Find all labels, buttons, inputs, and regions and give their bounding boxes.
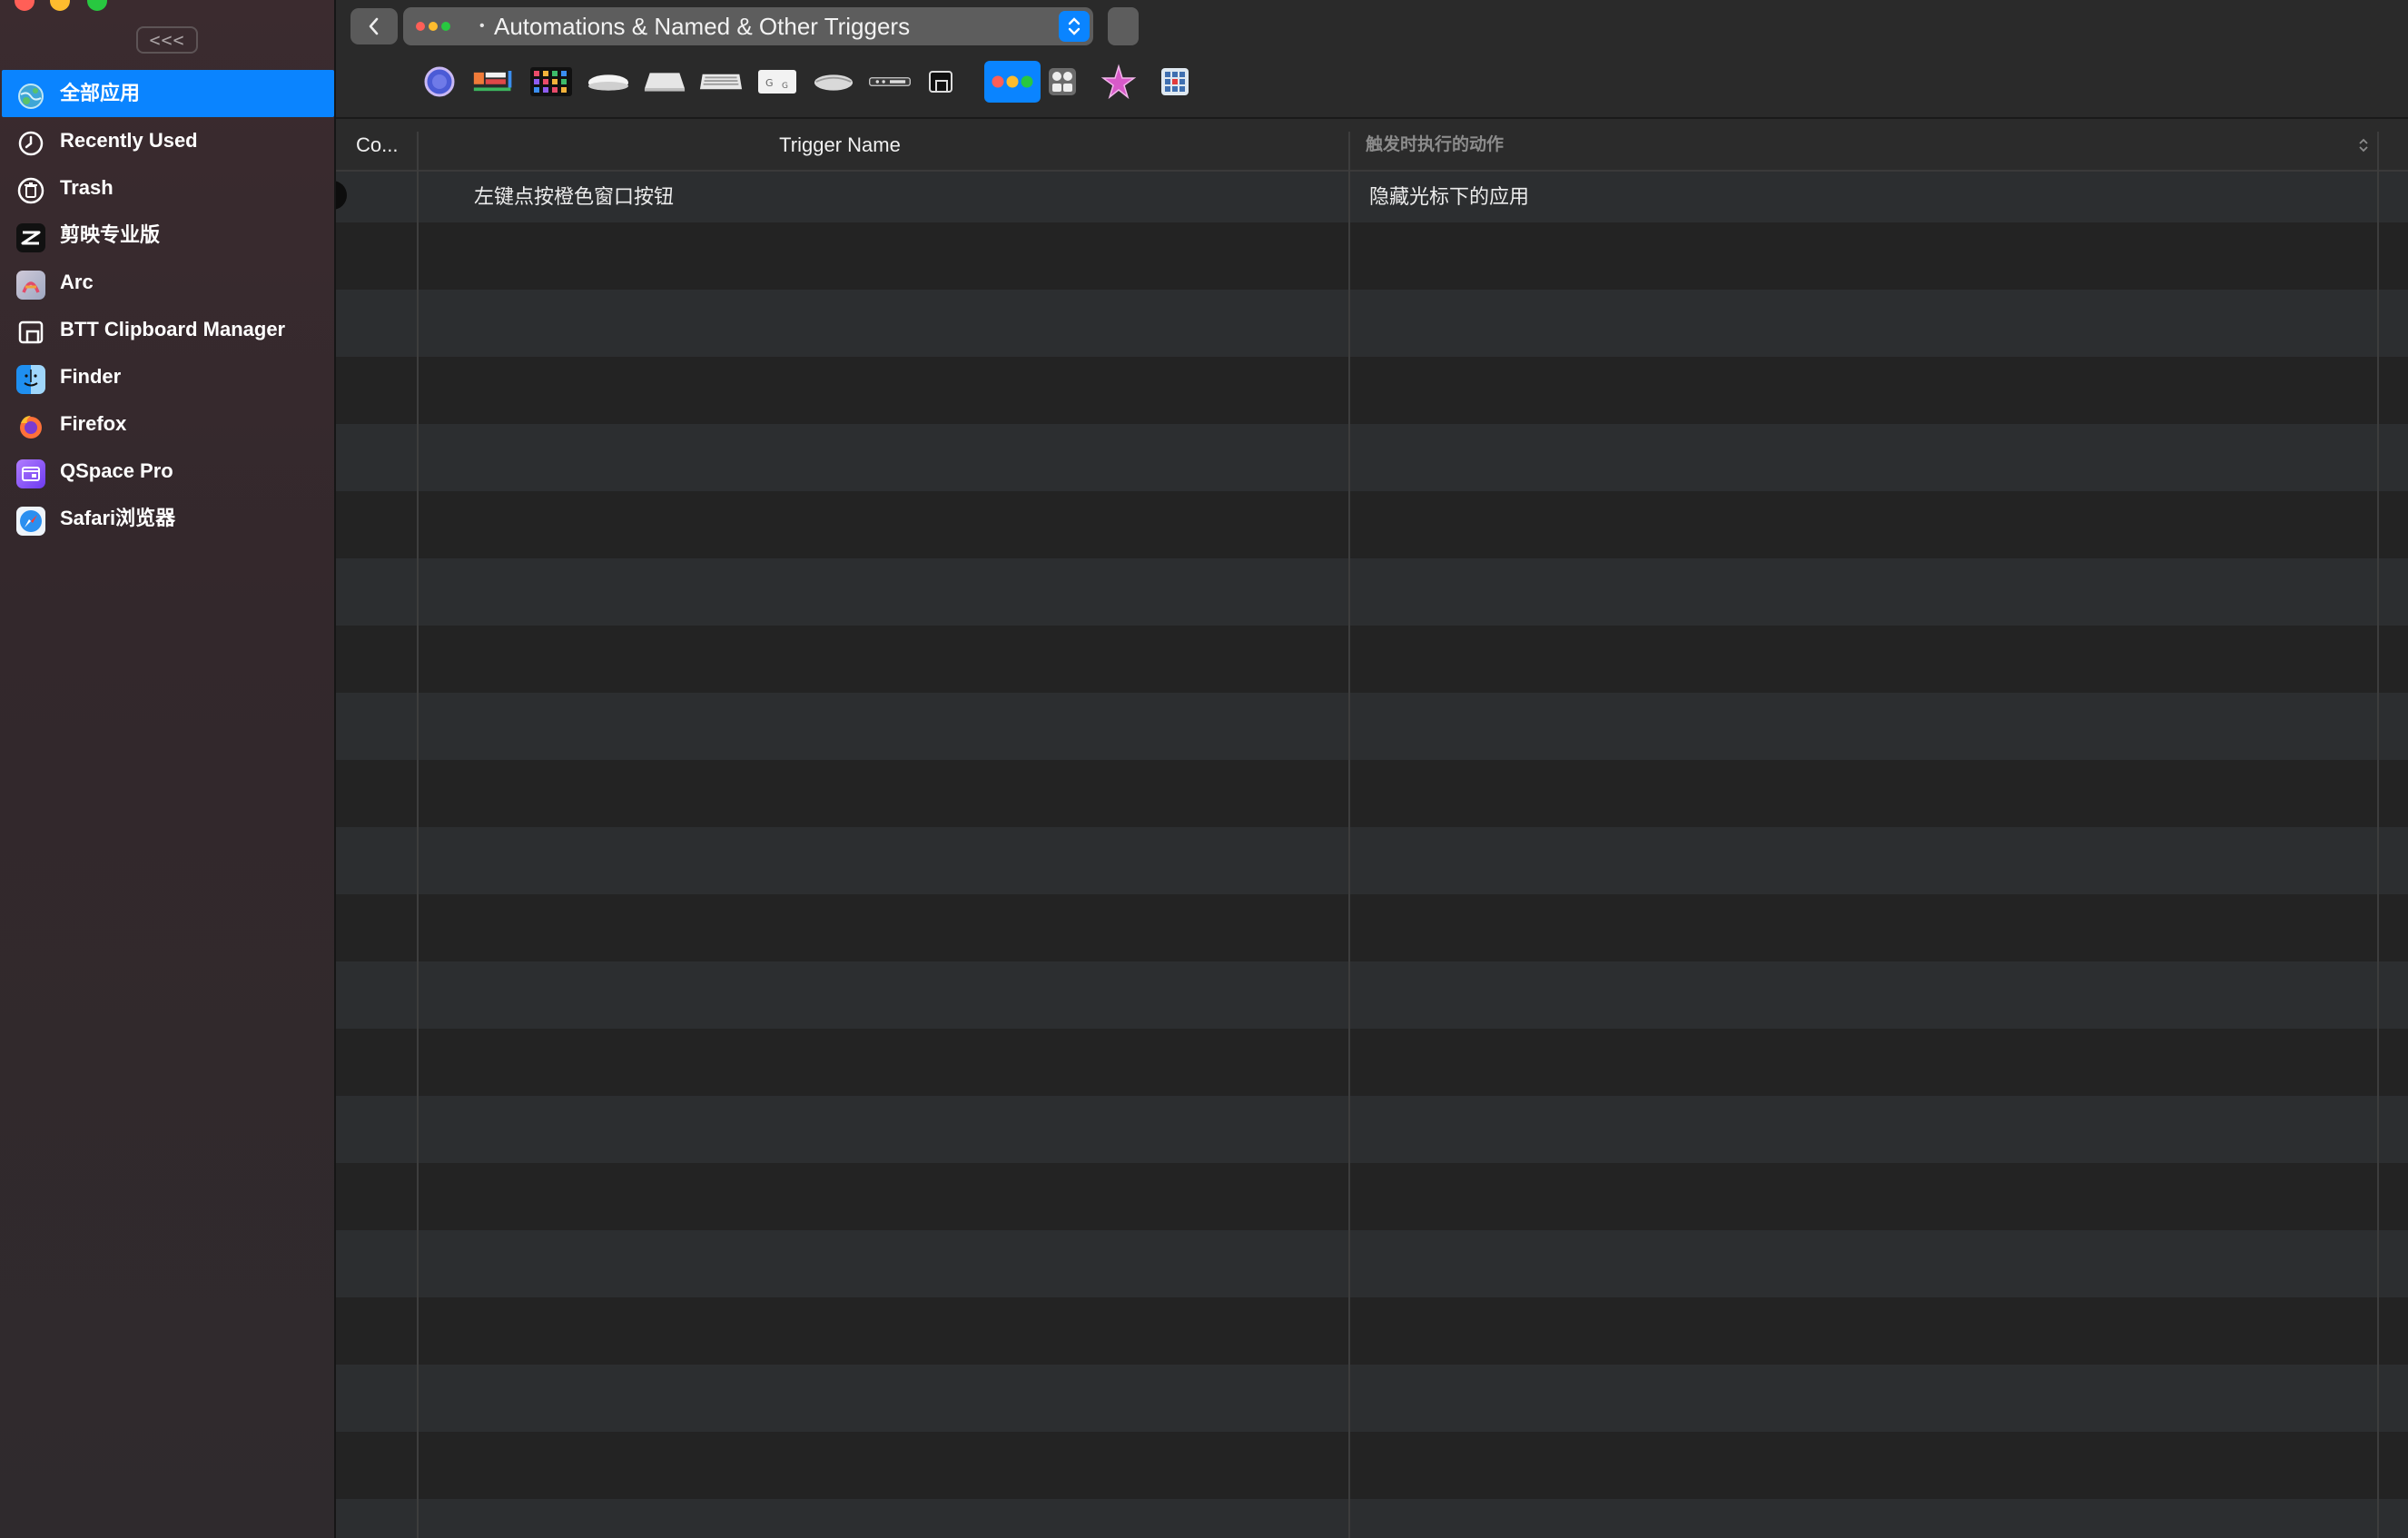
sort-updown-icon[interactable] [2357,136,2370,159]
chevron-updown-icon[interactable] [1059,11,1090,42]
column-header-action[interactable]: 触发时执行的动作 [1366,119,1504,172]
sidebar-item-recently-used[interactable]: Recently Used [2,117,334,164]
sidebar-item-label: 剪映专业版 [60,223,161,246]
table-row [336,1297,2408,1365]
globe-apps-icon [16,82,45,111]
siri-remote-icon[interactable] [868,62,912,102]
sidebar-item-label: Arc [60,271,94,293]
trigger-name-cell: 左键点按橙色窗口按钮 [474,185,675,208]
notch-icon[interactable] [919,62,962,102]
sidebar-item-trash[interactable]: Trash [2,164,334,212]
sidebar-item-btt-clipboard[interactable]: BTT Clipboard Manager [2,306,334,353]
window-minimize-button[interactable] [50,0,70,11]
trigger-type-label: Automations & Named & Other Triggers [494,13,911,40]
firefox-icon [16,412,45,441]
table-row [336,760,2408,827]
table-row [336,424,2408,491]
touchbar-grid-icon[interactable] [1153,62,1197,102]
separator-bullet: • [479,18,485,34]
triggers-table: Co... Trigger Name 触发时执行的动作 左键点按橙色窗口按钮 隐… [336,119,2408,1538]
svg-text:G: G [765,77,774,89]
column-divider[interactable] [1348,132,1350,1538]
table-row [336,558,2408,626]
sidebar: <<< 全部应用 Recently Used Trash 剪映专业版 Arc B… [0,0,336,1538]
collapse-sidebar-button[interactable]: <<< [136,26,198,54]
table-row [336,1163,2408,1230]
table-row [336,222,2408,290]
sidebar-item-label: QSpace Pro [60,459,173,482]
sidebar-item-label: Recently Used [60,129,198,152]
sidebar-item-capcut[interactable]: 剪映专业版 [2,212,334,259]
table-row [336,626,2408,693]
clipboard-icon [16,318,45,347]
sidebar-item-label: 全部应用 [60,82,141,104]
table-row [336,693,2408,760]
back-button[interactable] [350,8,398,44]
trash-icon [16,176,45,205]
arc-icon [16,271,45,300]
column-divider[interactable] [2377,132,2379,1538]
table-header: Co... Trigger Name 触发时执行的动作 [336,119,2408,172]
table-row [336,961,2408,1029]
stream-deck-icon[interactable] [529,62,573,102]
table-row [336,827,2408,894]
window-zoom-button[interactable] [87,0,107,11]
shortcut-keys-icon[interactable]: GG [755,62,799,102]
toolbar: • Automations & Named & Other Triggers G… [336,0,2408,119]
table-row [336,1365,2408,1432]
table-row [336,1029,2408,1096]
table-row [336,1499,2408,1538]
control-center-icon[interactable] [1041,62,1084,102]
touch-bar-icon[interactable] [472,62,516,102]
starfish-icon[interactable] [1097,62,1140,102]
magic-mouse-icon[interactable] [587,62,630,102]
sidebar-item-safari[interactable]: Safari浏览器 [2,495,334,542]
extra-toolbar-button[interactable] [1108,7,1139,45]
svg-text:G: G [782,82,788,91]
table-row [336,357,2408,424]
keyboard-icon[interactable] [699,62,743,102]
window-buttons-trigger-icon[interactable] [984,61,1041,103]
table-row [336,894,2408,961]
table-row [336,1432,2408,1499]
table-row [336,1096,2408,1163]
table-row [336,290,2408,357]
sidebar-item-finder[interactable]: Finder [2,353,334,400]
capcut-icon [16,223,45,252]
sidebar-item-label: BTT Clipboard Manager [60,318,286,340]
sidebar-item-label: Firefox [60,412,127,435]
sidebar-item-qspace-pro[interactable]: QSpace Pro [2,448,334,495]
sidebar-item-label: Trash [60,176,113,199]
table-row [336,1230,2408,1297]
sidebar-item-all-apps[interactable]: 全部应用 [2,70,334,117]
enabled-toggle[interactable] [336,181,347,210]
generic-mouse-icon[interactable] [812,62,855,102]
sidebar-item-firefox[interactable]: Firefox [2,400,334,448]
finder-icon [16,365,45,394]
sidebar-item-label: Finder [60,365,122,388]
column-divider[interactable] [417,132,419,1538]
siri-orb-icon[interactable] [418,62,461,102]
chevron-left-icon [369,17,379,35]
action-cell: 隐藏光标下的应用 [1369,185,1530,208]
safari-icon [16,507,45,536]
sidebar-item-arc[interactable]: Arc [2,259,334,306]
clock-icon [16,129,45,158]
trackpad-icon[interactable] [643,62,686,102]
sidebar-item-label: Safari浏览器 [60,507,176,529]
qspace-icon [16,459,45,488]
table-row [336,491,2408,558]
app-list: 全部应用 Recently Used Trash 剪映专业版 Arc BTT C… [2,70,334,542]
column-header-trigger-name[interactable]: Trigger Name [336,119,1344,172]
trigger-type-select[interactable]: • Automations & Named & Other Triggers [403,7,1093,45]
window-close-button[interactable] [15,0,35,11]
